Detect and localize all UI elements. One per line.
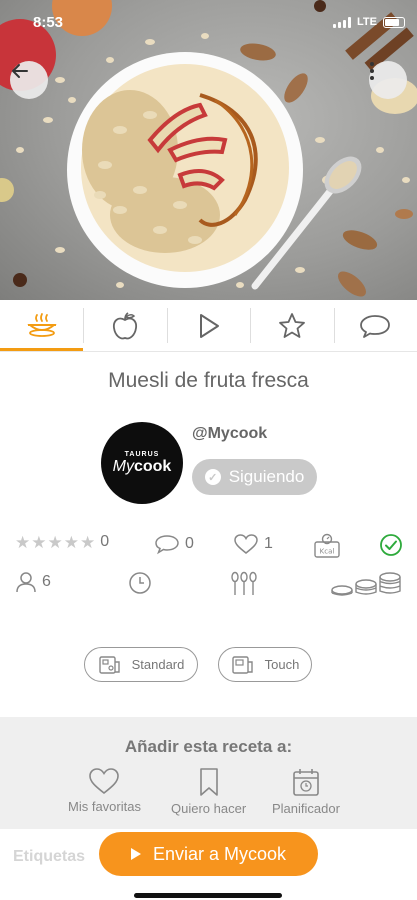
- kcal-scale-icon: Kcal: [314, 533, 340, 558]
- check-icon: ✓: [204, 469, 221, 485]
- servings-stat: 6: [15, 571, 51, 593]
- add-recipe-panel: Añadir esta receta a: Mis favoritas Quie…: [0, 717, 417, 829]
- tab-ingredients[interactable]: [83, 300, 166, 351]
- time-stat: [128, 571, 152, 595]
- battery-icon: [383, 16, 405, 28]
- rating-stars-icon: ★ ★ ★ ★ ★: [15, 532, 96, 552]
- cooking-pot-icon: [26, 313, 57, 337]
- logo-brand-top: TAURUS: [124, 450, 160, 458]
- clock-icon: [129, 572, 151, 594]
- person-icon: [16, 572, 36, 593]
- servings-count: 6: [42, 573, 51, 590]
- standard-mode-button[interactable]: Standard: [84, 647, 198, 682]
- touch-machine-icon: [231, 655, 253, 674]
- following-label: Siguiendo: [228, 467, 305, 486]
- check-circle-icon: [380, 534, 402, 556]
- planner-label: Planificador: [272, 801, 340, 816]
- comments-count: 0: [185, 535, 194, 552]
- logo-brand-main: Mycook: [112, 457, 172, 475]
- add-to-planner[interactable]: Planificador: [272, 767, 340, 816]
- tab-rating[interactable]: [250, 300, 333, 351]
- want-to-make-label: Quiero hacer: [171, 801, 247, 816]
- apple-icon: [113, 311, 138, 339]
- favorites-label: Mis favoritas: [68, 799, 141, 814]
- star-icon: [279, 312, 305, 338]
- add-to-want-to-make[interactable]: Quiero hacer: [171, 767, 246, 816]
- recipe-details-row: 6: [0, 571, 417, 597]
- kcal-label: Kcal: [320, 548, 335, 556]
- play-icon: [199, 313, 219, 338]
- utensils-icon: [231, 571, 257, 595]
- muesli-bowl-illustration: [0, 0, 417, 297]
- heart-icon: [89, 768, 120, 795]
- author-avatar[interactable]: TAURUS Mycook: [101, 422, 183, 504]
- signal-icon: [333, 16, 352, 28]
- completed-check[interactable]: [379, 533, 403, 557]
- calendar-icon: [293, 769, 319, 796]
- tags-section-label: Etiquetas: [13, 848, 86, 865]
- status-time: 8:53: [33, 14, 64, 31]
- status-bar: 8:53 LTE: [0, 0, 417, 44]
- back-button[interactable]: [10, 61, 48, 99]
- kcal-stat[interactable]: Kcal: [313, 533, 341, 559]
- rating-count: 0: [100, 533, 110, 550]
- tab-video[interactable]: [166, 300, 250, 351]
- tab-comments[interactable]: [333, 300, 417, 351]
- standard-machine-icon: [98, 655, 120, 674]
- recipe-photo: 8:53 LTE: [0, 0, 417, 300]
- coins-icon: [331, 572, 401, 596]
- cost-stat: [330, 571, 404, 597]
- add-recipe-title: Añadir esta receta a:: [124, 737, 293, 756]
- author-username[interactable]: @Mycook: [192, 425, 267, 443]
- likes-count: 1: [264, 535, 273, 552]
- send-to-mycook-label: Enviar a Mycook: [152, 843, 287, 864]
- recipe-tab-bar: [0, 300, 417, 352]
- network-type: LTE: [357, 16, 377, 28]
- touch-mode-label: Touch: [264, 657, 300, 672]
- comments-stat[interactable]: 0: [154, 533, 194, 555]
- comment-icon: [360, 314, 391, 338]
- following-button[interactable]: ✓ Siguiendo: [192, 459, 317, 495]
- heart-icon: [234, 534, 258, 554]
- recipe-stats-row: ★ ★ ★ ★ ★ 0 0 1 Kcal: [0, 533, 417, 559]
- bookmark-icon: [199, 768, 218, 796]
- arrow-left-icon: [12, 64, 28, 78]
- add-to-favorites[interactable]: Mis favoritas: [68, 767, 141, 814]
- more-vertical-icon: [370, 62, 374, 80]
- utensils-stat: [229, 571, 259, 597]
- tab-recipe[interactable]: [0, 300, 84, 351]
- rating-stat[interactable]: ★ ★ ★ ★ ★ 0: [15, 533, 109, 551]
- likes-stat[interactable]: 1: [233, 533, 273, 555]
- touch-mode-button[interactable]: Touch: [218, 647, 312, 682]
- comment-icon: [155, 535, 179, 555]
- play-icon: [130, 848, 141, 860]
- more-options-button[interactable]: [369, 61, 407, 99]
- recipe-title: Muesli de fruta fresca: [108, 369, 309, 392]
- home-indicator[interactable]: [134, 893, 282, 898]
- send-to-mycook-button[interactable]: Enviar a Mycook: [99, 832, 318, 876]
- standard-mode-label: Standard: [131, 657, 185, 672]
